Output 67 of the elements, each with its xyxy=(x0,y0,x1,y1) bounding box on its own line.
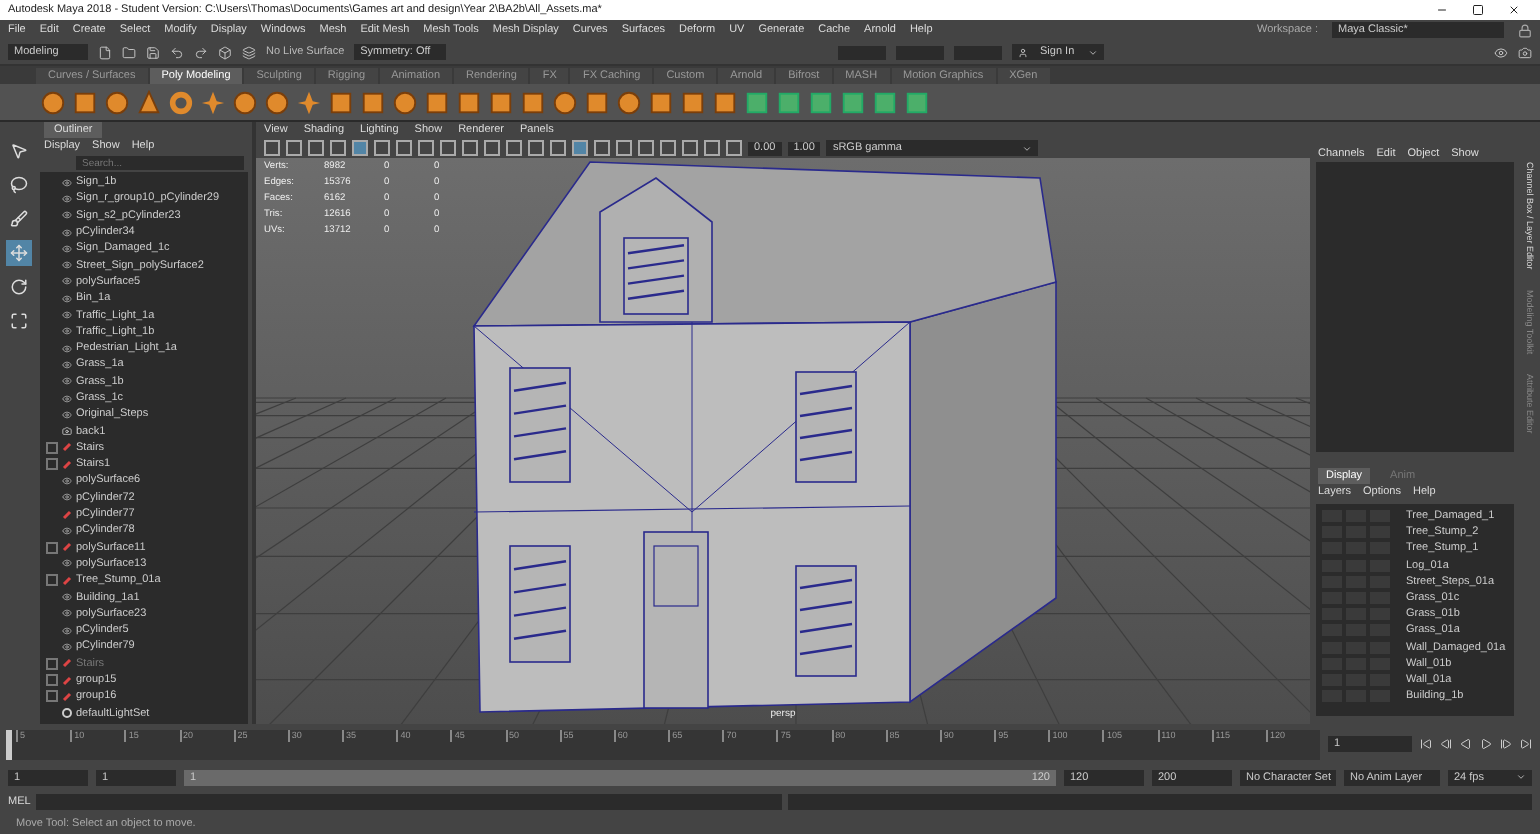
set-icon xyxy=(62,708,72,719)
cube-icon[interactable] xyxy=(456,89,482,115)
sphere-icon[interactable] xyxy=(392,89,418,115)
user-icon xyxy=(1017,47,1028,57)
expand-box[interactable] xyxy=(46,690,58,703)
camera-icon[interactable] xyxy=(1518,45,1533,59)
move-tool[interactable] xyxy=(5,240,31,266)
expand-box[interactable] xyxy=(46,441,58,454)
sphere-icon[interactable] xyxy=(104,89,130,115)
cube-icon[interactable] xyxy=(584,89,610,115)
z-field[interactable] xyxy=(953,45,1002,59)
caret-icon xyxy=(1022,143,1033,153)
cone-icon[interactable] xyxy=(136,89,162,115)
command-field[interactable] xyxy=(36,794,782,810)
star-icon[interactable] xyxy=(200,89,226,115)
expand-box[interactable] xyxy=(46,458,58,471)
cube-icon[interactable] xyxy=(72,89,98,115)
caret-icon xyxy=(1087,47,1098,57)
step-back-icon[interactable] xyxy=(1440,738,1452,750)
cube-icon[interactable] xyxy=(328,89,354,115)
expand-box[interactable] xyxy=(46,674,58,687)
face-icon[interactable] xyxy=(872,89,898,115)
expand-box[interactable] xyxy=(46,574,58,587)
face-icon[interactable] xyxy=(744,89,770,115)
face-icon[interactable] xyxy=(808,89,834,115)
close-icon[interactable] xyxy=(1508,4,1520,16)
face-icon[interactable] xyxy=(776,89,802,115)
cube-icon[interactable] xyxy=(680,89,706,115)
cube-icon[interactable] xyxy=(648,89,674,115)
go-to-start-icon[interactable] xyxy=(1420,738,1432,750)
cube-icon[interactable] xyxy=(360,89,386,115)
x-field[interactable] xyxy=(837,45,886,59)
caret-icon xyxy=(1516,772,1526,782)
cube-icon[interactable] xyxy=(520,89,546,115)
face-icon[interactable] xyxy=(840,89,866,115)
lock-icon[interactable] xyxy=(1518,23,1532,37)
minimize-icon[interactable] xyxy=(1436,4,1448,16)
sphere-icon[interactable] xyxy=(40,89,66,115)
torus-icon[interactable] xyxy=(168,89,194,115)
new-file-icon[interactable] xyxy=(98,45,112,59)
maximize-icon[interactable] xyxy=(1472,4,1484,16)
y-field[interactable] xyxy=(895,45,944,59)
step-forward-icon[interactable] xyxy=(1500,738,1512,750)
camera-icon xyxy=(62,426,72,437)
redo-icon[interactable] xyxy=(194,45,208,59)
go-to-end-icon[interactable] xyxy=(1520,738,1532,750)
undo-icon[interactable] xyxy=(170,45,184,59)
cube-icon[interactable] xyxy=(712,89,738,115)
sphere-icon[interactable] xyxy=(264,89,290,115)
save-icon[interactable] xyxy=(146,45,160,59)
playhead[interactable] xyxy=(6,729,12,759)
sphere-icon[interactable] xyxy=(232,89,258,115)
folder-icon[interactable] xyxy=(122,45,136,59)
play-backwards-icon[interactable] xyxy=(1460,738,1472,750)
cube-icon[interactable] xyxy=(424,89,450,115)
brush-tool[interactable] xyxy=(5,206,31,232)
lasso-tool[interactable] xyxy=(5,172,31,198)
layers-icon[interactable] xyxy=(242,45,256,59)
eye-icon[interactable] xyxy=(1494,45,1509,59)
cube-icon[interactable] xyxy=(488,89,514,115)
expand-box[interactable] xyxy=(46,657,58,670)
face-icon[interactable] xyxy=(904,89,930,115)
play-icon[interactable] xyxy=(1480,738,1492,750)
sphere-icon[interactable] xyxy=(552,89,578,115)
star-icon[interactable] xyxy=(296,89,322,115)
sphere-icon[interactable] xyxy=(616,89,642,115)
expand-box[interactable] xyxy=(46,541,58,554)
